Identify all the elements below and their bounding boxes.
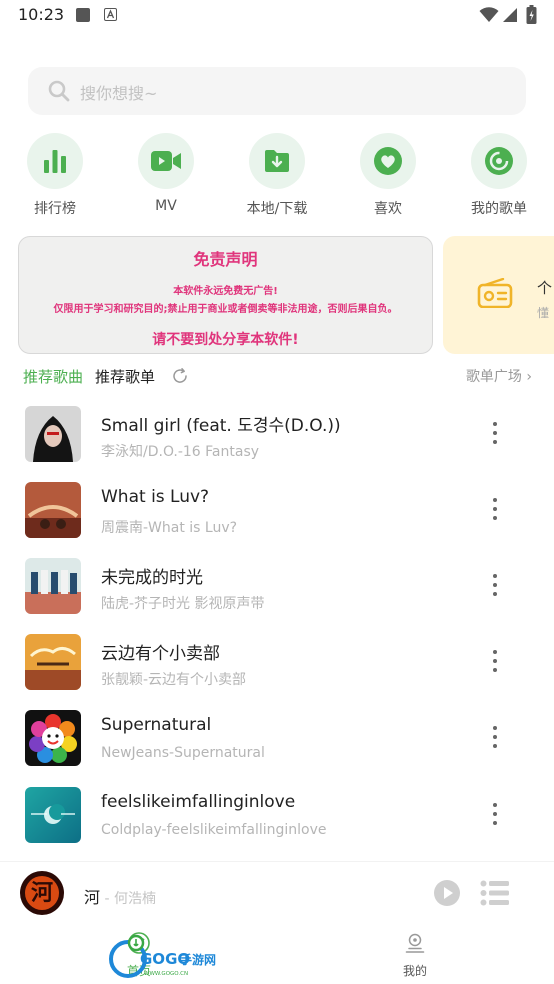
song-subtitle: 李泳知/D.O.-16 Fantasy [101, 444, 260, 460]
radio-banner[interactable]: 个 懂 [443, 236, 554, 354]
playlist-icon[interactable] [480, 880, 510, 906]
heart-icon [374, 147, 402, 175]
search-bar[interactable]: 搜你想搜~ [28, 67, 526, 115]
song-subtitle: 张靓颖-云边有个小卖部 [101, 672, 247, 688]
shortcut-charts[interactable]: 排行榜 [15, 133, 95, 217]
more-options-icon[interactable] [491, 574, 499, 600]
song-subtitle: NewJeans-Supernatural [101, 745, 265, 761]
shortcut-favorites[interactable]: 喜欢 [348, 133, 428, 217]
more-options-icon[interactable] [491, 422, 499, 448]
banner-line: 本软件永远免费无广告! [173, 286, 278, 297]
album-cover [25, 406, 81, 462]
search-placeholder: 搜你想搜~ [80, 84, 158, 103]
shortcut-label: 本地/下载 [246, 201, 308, 217]
cover-character: 河 [25, 876, 59, 910]
song-item[interactable]: feelslikeimfallinginlove Coldplay-feelsl… [0, 787, 554, 859]
svg-text:WWW.GOGO.CN: WWW.GOGO.CN [144, 971, 188, 977]
now-playing-cover: 河 [20, 871, 64, 915]
more-options-icon[interactable] [491, 803, 499, 829]
disc-icon [485, 147, 513, 175]
song-title: Supernatural [101, 715, 212, 735]
battery-icon [526, 5, 537, 24]
shortcut-mv[interactable]: MV [126, 133, 206, 217]
cellular-signal-icon [503, 8, 517, 22]
user-profile-icon [405, 933, 425, 953]
shortcut-label: 喜欢 [374, 201, 402, 217]
tab-recommend-playlists[interactable]: 推荐歌单 [95, 366, 155, 387]
radio-banner-subtitle: 懂 [537, 306, 550, 320]
album-cover [25, 558, 81, 614]
album-cover [25, 482, 81, 538]
more-options-icon[interactable] [491, 498, 499, 524]
tab-recommend-songs[interactable]: 推荐歌曲 [23, 366, 83, 387]
album-cover [25, 710, 81, 766]
more-options-icon[interactable] [491, 726, 499, 752]
song-item[interactable]: 未完成的时光 陆虎-芥子时光 影视原声带 [0, 558, 554, 630]
song-title: Small girl (feat. 도경수(D.O.)) [101, 416, 341, 436]
disclaimer-banner[interactable]: 免责声明 本软件永远免费无广告! 仅限用于学习和研究目的;禁止用于商业或者倒卖等… [18, 236, 433, 354]
play-icon[interactable] [433, 879, 461, 907]
song-item[interactable]: What is Luv? 周震南-What is Luv? [0, 482, 554, 554]
song-item[interactable]: 云边有个小卖部 张靓颖-云边有个小卖部 [0, 634, 554, 706]
banner-line: 请不要到处分享本软件! [152, 332, 299, 348]
radio-icon [477, 278, 513, 308]
album-cover [25, 634, 81, 690]
song-subtitle: 陆虎-芥子时光 影视原声带 [101, 596, 265, 612]
svg-text:手游网: 手游网 [180, 952, 216, 967]
radio-banner-title: 个 [537, 279, 553, 297]
now-playing-title: 河 [84, 888, 101, 907]
nav-mine[interactable]: 我的 [365, 932, 465, 979]
shortcut-label: 我的歌单 [471, 201, 527, 217]
now-playing-info: 河 - 何浩楠 [84, 884, 156, 908]
banner-title: 免责声明 [193, 250, 258, 269]
status-bar: 10:23 [0, 0, 554, 32]
shortcut-label: MV [155, 198, 177, 214]
refresh-icon[interactable] [171, 367, 189, 385]
mini-player[interactable]: 河 河 - 何浩楠 [0, 861, 554, 923]
playlist-square-link[interactable]: 歌单广场 › [466, 366, 532, 386]
song-item[interactable]: Supernatural NewJeans-Supernatural [0, 710, 554, 782]
song-title: What is Luv? [101, 487, 210, 507]
song-subtitle: 周震南-What is Luv? [101, 520, 238, 536]
shortcut-local-download[interactable]: 本地/下载 [237, 133, 317, 217]
bar-chart-icon [44, 150, 66, 173]
more-options-icon[interactable] [491, 650, 499, 676]
app-notification-icon [104, 8, 117, 21]
shortcut-my-playlists[interactable]: 我的歌单 [459, 133, 539, 217]
song-subtitle: Coldplay-feelslikeimfallinginlove [101, 822, 327, 838]
download-folder-icon [265, 150, 289, 172]
song-title: feelslikeimfallinginlove [101, 792, 296, 812]
song-item[interactable]: Small girl (feat. 도경수(D.O.)) 李泳知/D.O.-16… [0, 406, 554, 478]
wifi-icon [479, 7, 499, 22]
video-camera-icon [151, 151, 181, 171]
album-cover [25, 787, 81, 843]
banner-line: 仅限用于学习和研究目的;禁止用于商业或者倒卖等非法用途，否则后果自负。 [53, 304, 398, 315]
nav-mine-label: 我的 [402, 964, 427, 978]
status-time: 10:23 [18, 5, 65, 24]
song-title: 未完成的时光 [101, 568, 203, 588]
now-playing-artist: - 何浩楠 [100, 891, 156, 907]
bottom-nav: 首页 我的 [0, 926, 554, 984]
notification-square-icon [76, 8, 90, 22]
search-icon [48, 80, 70, 102]
song-title: 云边有个小卖部 [101, 644, 220, 664]
gogo-watermark-logo: GOGO 手游网 WWW.GOGO.CN [109, 934, 216, 978]
shortcut-label: 排行榜 [34, 201, 76, 217]
